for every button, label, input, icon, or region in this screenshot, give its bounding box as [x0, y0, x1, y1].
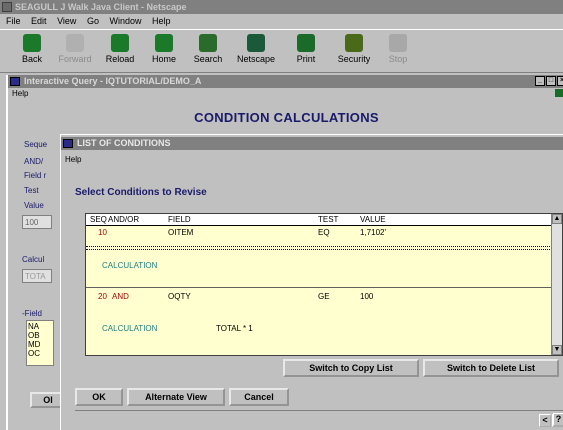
bg-label-test: Test: [24, 186, 39, 195]
netscape-icon: [247, 34, 265, 52]
menu-edit[interactable]: Edit: [31, 14, 47, 28]
back-arrow-icon: [23, 34, 41, 52]
forward-arrow-icon: [66, 34, 84, 52]
help-icon[interactable]: ?: [553, 413, 563, 426]
iq-titlebar: Interactive Query - IQTUTORIAL/DEMO_A _ …: [8, 75, 563, 88]
calc-label: CALCULATION: [102, 324, 158, 333]
section-heading: Select Conditions to Revise: [75, 187, 207, 198]
list-item[interactable]: OB: [28, 331, 52, 340]
row-test: EQ: [318, 228, 330, 237]
search-button[interactable]: Search: [188, 34, 228, 70]
list-item[interactable]: NA: [28, 322, 52, 331]
page-title: CONDITION CALCULATIONS: [194, 110, 379, 125]
home-icon: [155, 34, 173, 52]
netscape-app-icon: [2, 2, 12, 12]
iq-menu-help[interactable]: Help: [12, 89, 28, 98]
netscape-button[interactable]: Netscape: [236, 34, 276, 70]
netscape-title: SEAGULL J Walk Java Client - Netscape: [15, 2, 187, 12]
menu-view[interactable]: View: [57, 14, 76, 28]
col-andor: AND/OR: [108, 215, 140, 224]
row-field: OITEM: [168, 228, 194, 237]
scroll-up-icon[interactable]: ▲: [552, 214, 562, 224]
loc-titlebar: LIST OF CONDITIONS: [61, 137, 563, 150]
conditions-grid[interactable]: SEQ AND/OR FIELD TEST VALUE 10 OITEM EQ …: [85, 213, 563, 356]
calc-row[interactable]: CALCULATION TOTAL * 1: [86, 324, 552, 334]
home-button[interactable]: Home: [144, 34, 184, 70]
table-row[interactable]: 20 AND OQTY GE 100: [86, 292, 552, 302]
iq-title: Interactive Query - IQTUTORIAL/DEMO_A: [24, 76, 202, 86]
menu-help[interactable]: Help: [152, 14, 171, 28]
print-button[interactable]: Print: [286, 34, 326, 70]
bg-value-field[interactable]: 100: [22, 215, 52, 229]
print-icon: [297, 34, 315, 52]
scroll-down-icon[interactable]: ▼: [552, 345, 562, 355]
row-test: GE: [318, 292, 330, 301]
maximize-icon[interactable]: □: [546, 76, 556, 86]
reload-button[interactable]: Reload: [100, 34, 140, 70]
row-field: OQTY: [168, 292, 191, 301]
row-value: 100: [360, 292, 374, 301]
bg-label-calculation: Calcul: [22, 255, 45, 264]
bg-calc-field[interactable]: TOTA: [22, 269, 52, 283]
menu-go[interactable]: Go: [87, 14, 99, 28]
table-row[interactable]: 10 OITEM EQ 1,7102': [86, 228, 552, 238]
loc-title: LIST OF CONDITIONS: [77, 138, 171, 148]
iq-menubar: Help: [8, 89, 563, 99]
bg-label-field: Field r: [24, 171, 47, 180]
row-seq: 10: [98, 228, 107, 237]
row-andor: AND: [112, 292, 129, 301]
stop-button[interactable]: Stop: [378, 34, 418, 70]
col-field: FIELD: [168, 215, 191, 224]
record-divider: [86, 287, 552, 288]
search-icon: [199, 34, 217, 52]
loc-app-icon: [63, 139, 73, 148]
status-bar: < >: [75, 410, 563, 430]
netscape-titlebar: SEAGULL J Walk Java Client - Netscape: [0, 0, 563, 14]
reload-icon: [111, 34, 129, 52]
close-icon[interactable]: ×: [557, 76, 563, 86]
row-seq: 20: [98, 292, 107, 301]
grid-scrollbar[interactable]: ▲ ▼: [551, 214, 562, 355]
bg-label-value: Value: [24, 201, 44, 210]
stop-icon: [389, 34, 407, 52]
row-value: 1,7102': [360, 228, 386, 237]
list-item[interactable]: OC: [28, 349, 52, 358]
alternate-view-button[interactable]: Alternate View: [127, 388, 225, 406]
calc-row[interactable]: CALCULATION: [86, 261, 552, 271]
forward-button[interactable]: Forward: [55, 34, 95, 70]
bg-label-field-list: -Field: [22, 309, 43, 318]
loc-menu-help[interactable]: Help: [65, 155, 81, 164]
switch-to-copy-list-button[interactable]: Switch to Copy List: [283, 359, 419, 377]
bg-label-andor: AND/: [24, 157, 44, 166]
bg-label-sequence: Seque: [24, 140, 48, 149]
row-divider: [86, 246, 552, 247]
cancel-button[interactable]: Cancel: [229, 388, 289, 406]
grid-header: SEQ AND/OR FIELD TEST VALUE: [86, 214, 552, 226]
security-button[interactable]: Security: [334, 34, 374, 70]
list-of-conditions-dialog: LIST OF CONDITIONS Help Select Condition…: [60, 134, 563, 430]
menu-file[interactable]: File: [6, 14, 21, 28]
minimize-icon[interactable]: _: [535, 76, 545, 86]
status-indicator-icon: [555, 89, 563, 97]
iq-app-icon: [10, 77, 20, 86]
netscape-toolbar: Back Forward Reload Home Search Netscape…: [0, 29, 563, 73]
security-icon: [345, 34, 363, 52]
row-divider: [86, 249, 552, 250]
col-seq: SEQ: [90, 215, 107, 224]
col-test: TEST: [318, 215, 339, 224]
netscape-menubar: File Edit View Go Window Help: [0, 14, 563, 28]
list-item[interactable]: MD: [28, 340, 52, 349]
switch-to-delete-list-button[interactable]: Switch to Delete List: [423, 359, 559, 377]
calc-label: CALCULATION: [102, 261, 158, 270]
bg-field-list[interactable]: NA OB MD OC: [26, 320, 54, 366]
menu-window[interactable]: Window: [109, 14, 141, 28]
netscape-window: SEAGULL J Walk Java Client - Netscape Fi…: [0, 0, 563, 430]
back-button[interactable]: Back: [12, 34, 52, 70]
calc-value: TOTAL * 1: [216, 324, 253, 333]
prev-icon[interactable]: <: [539, 414, 551, 427]
ok-button[interactable]: OK: [75, 388, 123, 406]
col-value: VALUE: [360, 215, 386, 224]
